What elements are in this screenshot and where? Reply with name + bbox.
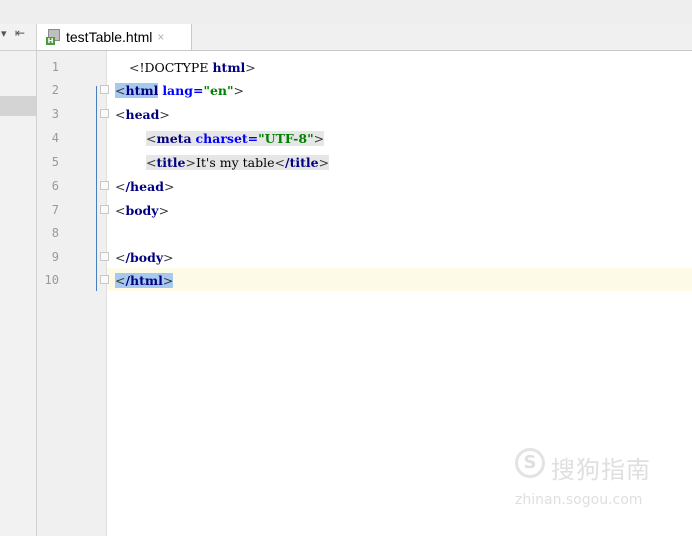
fold-marker-icon[interactable] xyxy=(100,275,109,284)
line-number: 1 xyxy=(51,60,59,74)
html-file-icon: H xyxy=(46,29,62,45)
line-number: 8 xyxy=(51,226,59,240)
side-panel-divider xyxy=(0,50,36,51)
code-text: </body> xyxy=(115,250,174,265)
code-text: <!DOCTYPE html> xyxy=(129,60,256,75)
line-number: 10 xyxy=(44,273,59,287)
code-line[interactable]: 8 xyxy=(0,222,692,245)
fold-marker-icon[interactable] xyxy=(100,252,109,261)
fold-marker-icon[interactable] xyxy=(100,205,109,214)
collapse-icon[interactable]: ⇤ xyxy=(15,26,25,40)
code-text: <meta charset="UTF-8"> xyxy=(146,131,325,146)
fold-marker-icon[interactable] xyxy=(100,109,109,118)
code-line[interactable]: 1 <!DOCTYPE html> xyxy=(0,56,692,79)
code-text: <html lang="en"> xyxy=(115,83,245,98)
fold-marker-icon[interactable] xyxy=(100,181,109,190)
code-text: </html> xyxy=(115,273,174,288)
code-line[interactable]: 5 <title>It's my table</title> xyxy=(0,151,692,174)
code-line[interactable]: 6 </head> xyxy=(0,175,692,198)
top-bar xyxy=(0,0,692,25)
code-line[interactable]: 7 <body> xyxy=(0,199,692,222)
watermark-text: 搜狗指南 xyxy=(551,456,651,484)
code-line-current[interactable]: 10 </html> xyxy=(0,269,692,292)
code-line[interactable]: 2 <html lang="en"> xyxy=(0,79,692,102)
line-number: 5 xyxy=(51,155,59,169)
code-text: <head> xyxy=(115,107,170,122)
code-text: </head> xyxy=(115,179,175,194)
tab-title: testTable.html xyxy=(66,29,153,45)
close-tab-icon[interactable]: × xyxy=(157,30,164,44)
dropdown-arrow-icon[interactable]: ▾ xyxy=(1,27,7,40)
line-number: 4 xyxy=(51,131,59,145)
code-line[interactable]: 9 </body> xyxy=(0,246,692,269)
fold-marker-icon[interactable] xyxy=(100,85,109,94)
line-number: 6 xyxy=(51,179,59,193)
line-number: 7 xyxy=(51,203,59,217)
line-number: 9 xyxy=(51,250,59,264)
code-line[interactable]: 4 <meta charset="UTF-8"> xyxy=(0,127,692,150)
code-text: <body> xyxy=(115,203,170,218)
line-number: 2 xyxy=(51,83,59,97)
code-line[interactable]: 3 <head> xyxy=(0,103,692,126)
code-text: <title>It's my table</title> xyxy=(146,155,330,170)
side-panel-toolbar: ▾ ⇤ xyxy=(0,26,36,44)
line-number: 3 xyxy=(51,107,59,121)
editor-tab-bar: H testTable.html × xyxy=(37,24,692,51)
sogou-watermark: S 搜狗指南 zhinan.sogou.com xyxy=(515,448,675,518)
sogou-logo-icon: S xyxy=(515,448,545,478)
editor-tab-testtable[interactable]: H testTable.html × xyxy=(37,24,192,50)
watermark-url: zhinan.sogou.com xyxy=(515,492,643,508)
